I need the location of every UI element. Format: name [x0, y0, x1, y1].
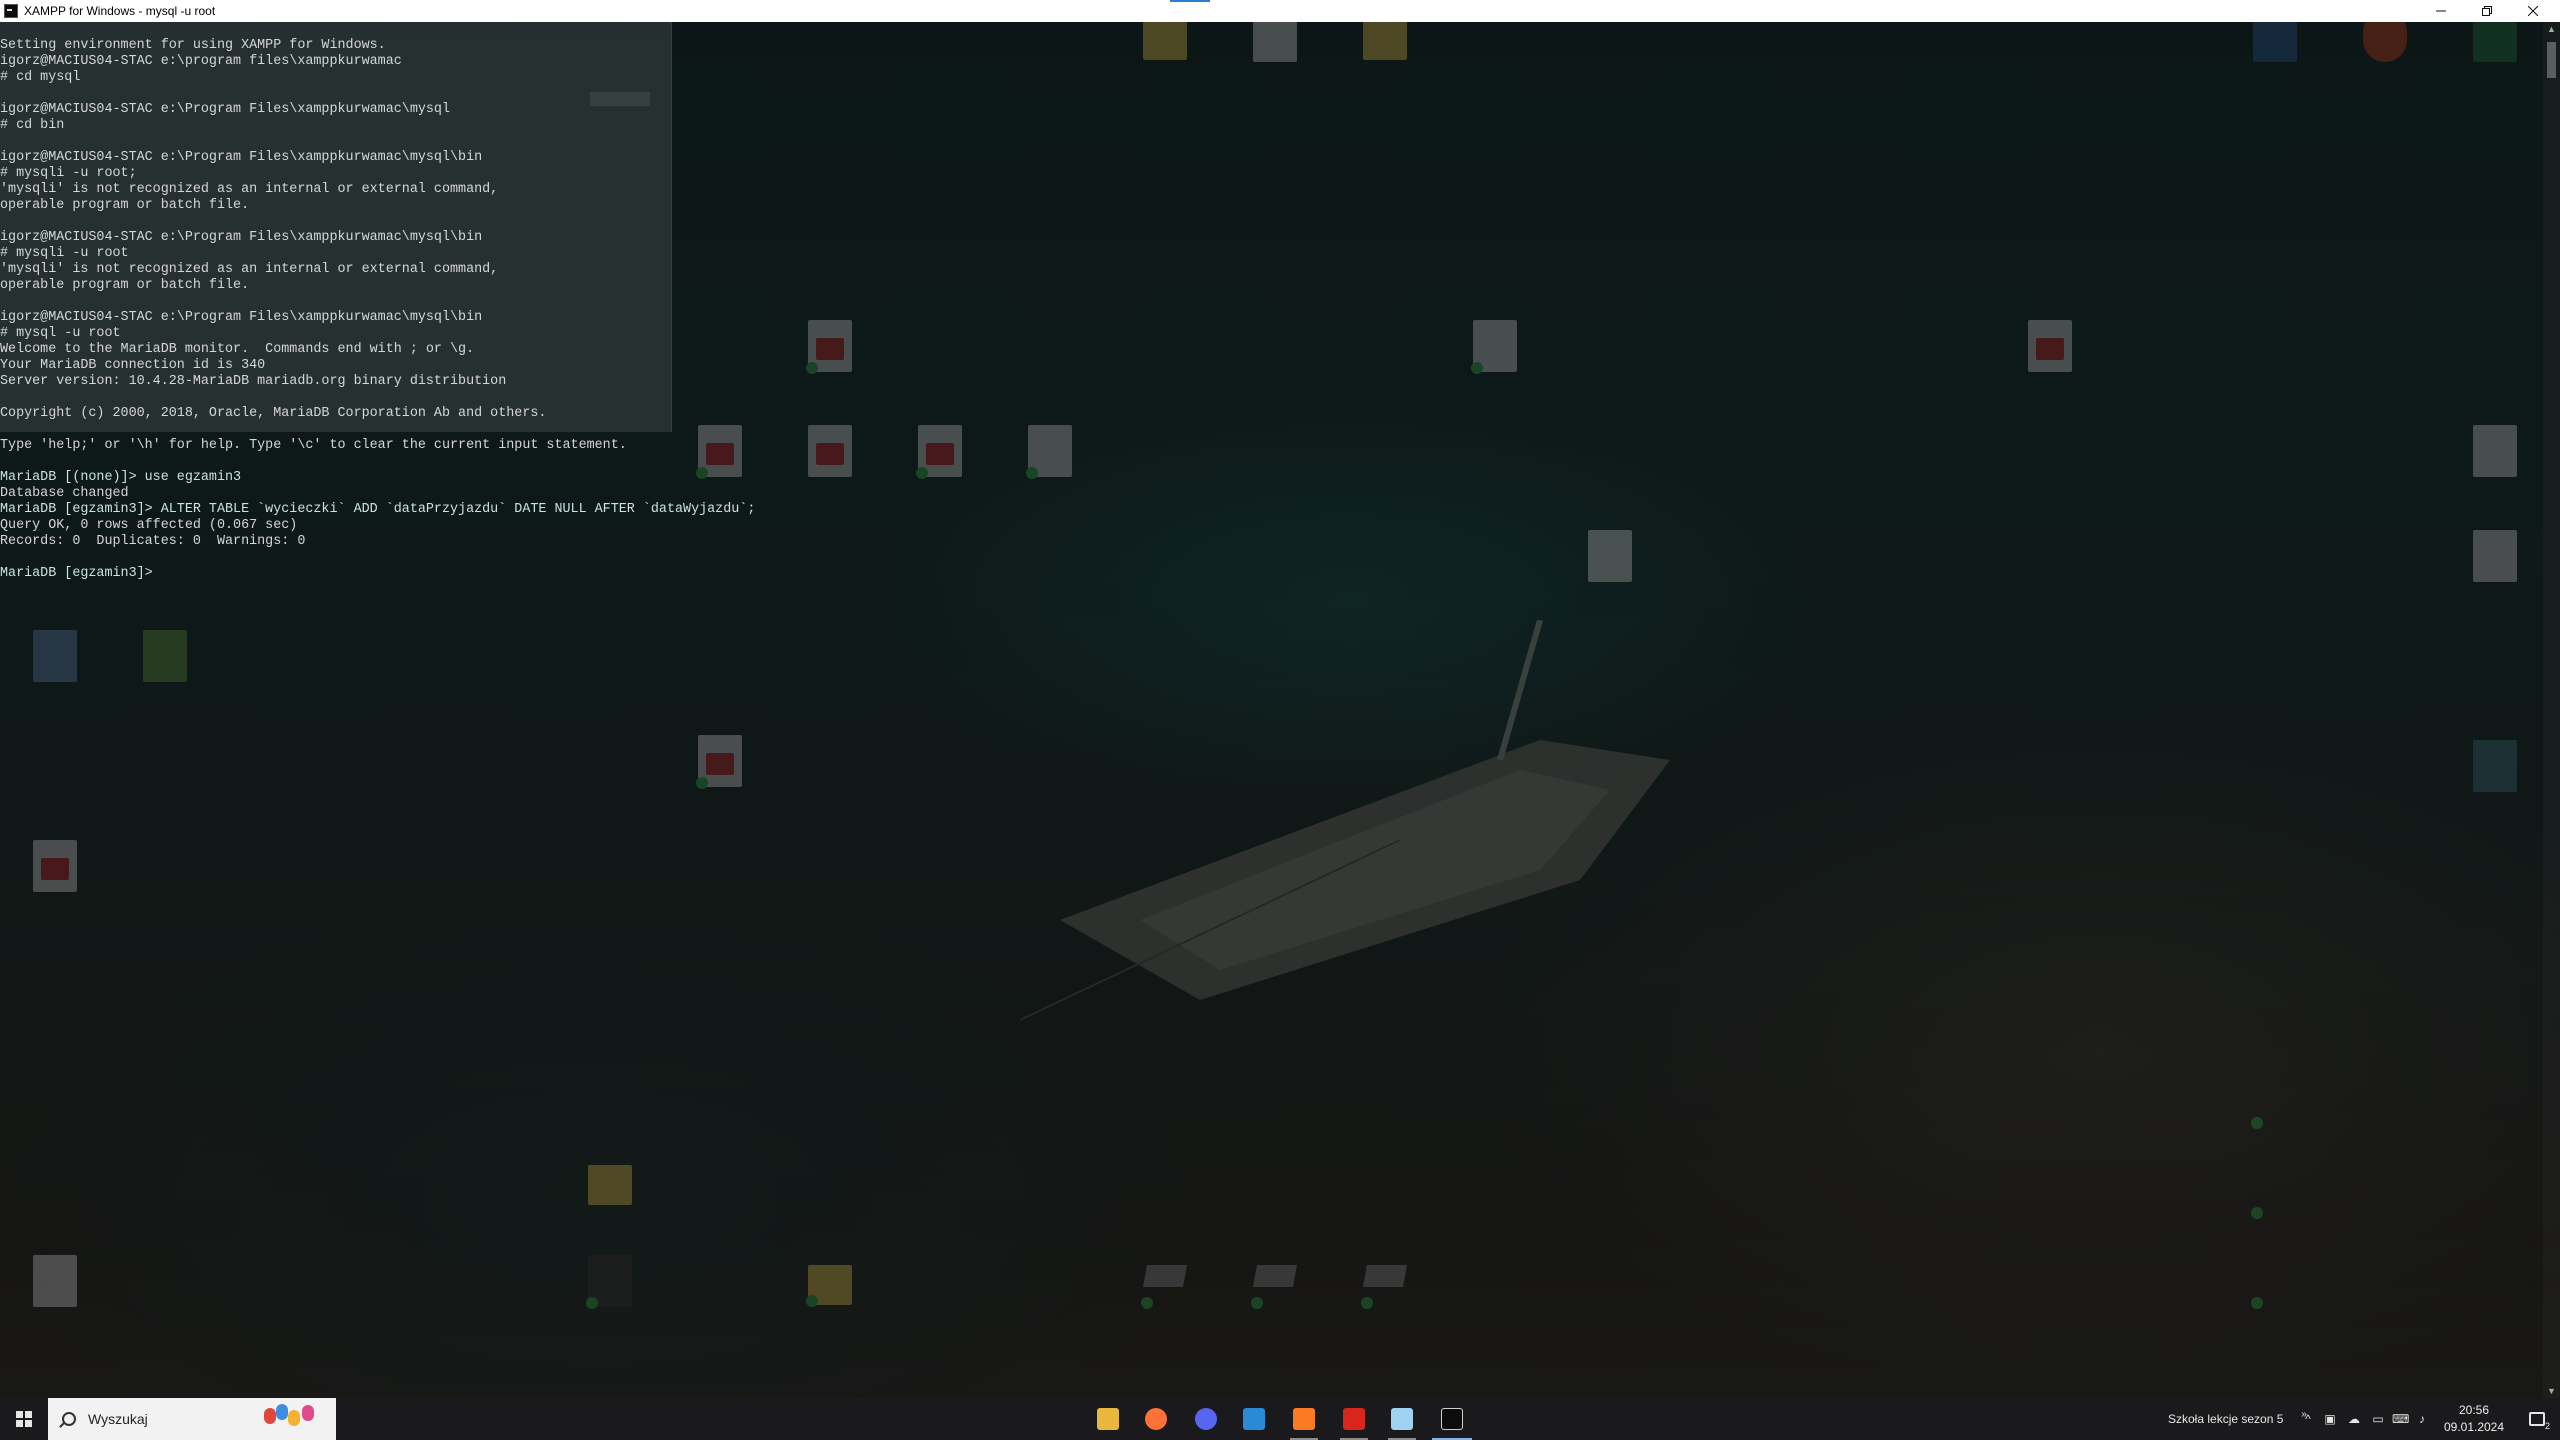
folder-icon — [1097, 1408, 1119, 1430]
clock-date: 09.01.2024 — [2443, 1420, 2505, 1434]
notification-center-icon: 2 — [2529, 1412, 2550, 1431]
taskbar-app-firefox[interactable] — [1132, 1398, 1180, 1440]
console-line: igorz@MACIUS04-STAC e:\Program Files\xam… — [0, 310, 483, 325]
console-line: # mysqli -u root; — [0, 166, 137, 181]
firefox-icon — [1145, 1408, 1167, 1430]
taskbar: Wyszukaj Szkoła lekcje sezon 5 » ^ ▣ ☁ ▭… — [0, 1398, 2560, 1440]
notification-count: 2 — [2544, 1421, 2550, 1431]
console-line: Copyright (c) 2000, 2018, Oracle, MariaD… — [0, 406, 547, 421]
console-line: 'mysqli' is not recognized as an interna… — [0, 182, 499, 197]
console-line: igorz@MACIUS04-STAC e:\Program Files\xam… — [0, 102, 450, 117]
console-line: igorz@MACIUS04-STAC e:\Program Files\xam… — [0, 150, 483, 165]
network-icon[interactable]: ▭ — [2370, 1411, 2386, 1427]
start-button[interactable] — [0, 1398, 48, 1440]
search-highlight-balloons-icon[interactable] — [258, 1402, 330, 1436]
taskbar-search-box[interactable]: Wyszukaj — [48, 1398, 336, 1440]
title-bar[interactable]: XAMPP for Windows - mysql -u root — [0, 0, 2560, 22]
taskbar-clock[interactable]: 20:56 09.01.2024 — [2432, 1402, 2516, 1436]
windows-logo-icon — [16, 1411, 32, 1427]
taskbar-app-xampp[interactable] — [1280, 1398, 1328, 1440]
console-window[interactable]: XAMPP for Windows - mysql -u root Settin… — [0, 0, 2560, 1398]
console-output-area[interactable]: Setting environment for using XAMPP for … — [0, 22, 2560, 1398]
xampp-icon — [1293, 1408, 1315, 1430]
notifications-button[interactable]: 2 — [2514, 1398, 2560, 1440]
search-icon — [62, 1412, 76, 1426]
console-line: # cd mysql — [0, 70, 81, 85]
taskbar-app-file-explorer[interactable] — [1084, 1398, 1132, 1440]
chevron-up-icon[interactable]: ^ — [2300, 1411, 2316, 1427]
scroll-down-icon[interactable]: ▼ — [2547, 1386, 2556, 1396]
window-title: XAMPP for Windows - mysql -u root — [24, 4, 216, 18]
console-line: MariaDB [(none)]> use egzamin3 — [0, 470, 242, 485]
restore-icon — [2482, 6, 2492, 16]
restore-button[interactable] — [2464, 0, 2510, 22]
scrollbar-thumb[interactable] — [2547, 42, 2556, 78]
notepad-icon — [1391, 1408, 1413, 1430]
console-line: Query OK, 0 rows affected (0.067 sec) — [0, 518, 298, 533]
discord-icon — [1195, 1408, 1217, 1430]
console-line: igorz@MACIUS04-STAC e:\Program Files\xam… — [0, 230, 483, 245]
tray-media-label[interactable]: Szkoła lekcje sezon 5 — [2168, 1398, 2283, 1440]
console-line: Type 'help;' or '\h' for help. Type '\c'… — [0, 438, 627, 453]
console-line: igorz@MACIUS04-STAC e:\program files\xam… — [0, 54, 402, 69]
terminal-icon — [1441, 1408, 1463, 1430]
console-line: # mysql -u root — [0, 326, 121, 341]
close-button[interactable] — [2510, 0, 2556, 22]
console-line: operable program or batch file. — [0, 278, 250, 293]
taskbar-app-terminal[interactable] — [1428, 1398, 1476, 1440]
search-placeholder: Wyszukaj — [88, 1411, 148, 1427]
acrobat-icon — [1343, 1408, 1365, 1430]
minimize-icon — [2436, 10, 2446, 12]
console-line: Setting environment for using XAMPP for … — [0, 38, 386, 53]
vertical-scrollbar[interactable]: ▲ ▼ — [2543, 22, 2560, 1398]
tray-app-icon[interactable]: ▣ — [2322, 1411, 2338, 1427]
console-line: Your MariaDB connection id is 340 — [0, 358, 266, 373]
volume-icon[interactable]: ♪ — [2414, 1411, 2430, 1427]
keyboard-icon[interactable]: ⌨ — [2392, 1411, 2409, 1427]
console-line: 'mysqli' is not recognized as an interna… — [0, 262, 499, 277]
scroll-up-icon[interactable]: ▲ — [2547, 24, 2556, 34]
taskbar-app-discord[interactable] — [1182, 1398, 1230, 1440]
console-line: Database changed — [0, 486, 129, 501]
console-line: operable program or batch file. — [0, 198, 250, 213]
minimize-button[interactable] — [2418, 0, 2464, 22]
vscode-icon — [1243, 1408, 1265, 1430]
console-line: # cd bin — [0, 118, 65, 133]
onedrive-cloud-icon[interactable]: ☁ — [2346, 1411, 2362, 1427]
console-line: MariaDB [egzamin3]> ALTER TABLE `wyciecz… — [0, 502, 756, 517]
console-line: # mysqli -u root — [0, 246, 129, 261]
console-line: Server version: 10.4.28-MariaDB mariadb.… — [0, 374, 507, 389]
close-icon — [2528, 6, 2538, 16]
clock-time: 20:56 — [2458, 1403, 2490, 1417]
console-line: MariaDB [egzamin3]> — [0, 566, 153, 581]
taskbar-app-notepad[interactable] — [1378, 1398, 1426, 1440]
taskbar-app-vscode[interactable] — [1230, 1398, 1278, 1440]
console-text: Setting environment for using XAMPP for … — [0, 38, 1200, 582]
title-bar-accent — [1170, 0, 1210, 2]
taskbar-app-acrobat[interactable] — [1330, 1398, 1378, 1440]
console-line: Welcome to the MariaDB monitor. Commands… — [0, 342, 475, 357]
console-line: Records: 0 Duplicates: 0 Warnings: 0 — [0, 534, 306, 549]
console-app-icon — [4, 4, 18, 18]
